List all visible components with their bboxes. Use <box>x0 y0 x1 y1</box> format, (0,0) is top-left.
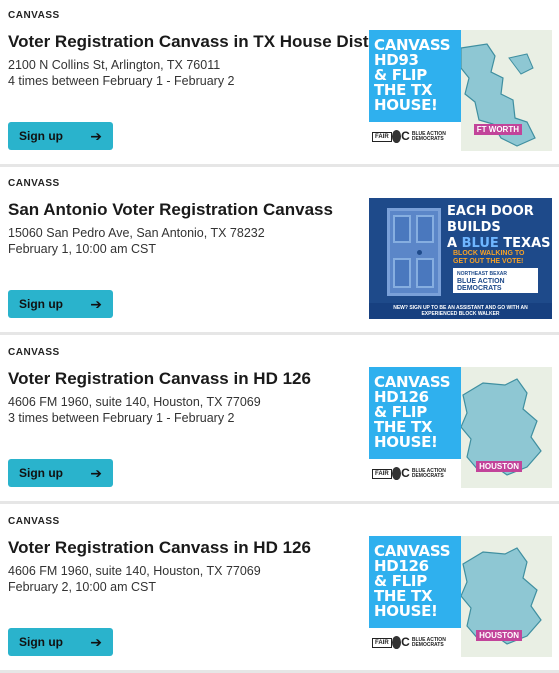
promo-logos: FAIR C BLUE ACTION DEMOCRATS <box>369 628 461 657</box>
event-card: CANVASS Voter Registration Canvass in HD… <box>0 506 559 673</box>
event-title[interactable]: San Antonio Voter Registration Canvass <box>8 200 358 220</box>
city-label: HOUSTON <box>476 461 522 472</box>
event-type-tag: CANVASS <box>8 178 60 189</box>
seal-logo <box>391 467 402 480</box>
event-type-tag: CANVASS <box>8 516 60 527</box>
bad-logo: C BLUE ACTION DEMOCRATS <box>401 635 446 649</box>
event-type-tag: CANVASS <box>8 10 60 21</box>
bad-logo: C BLUE ACTION DEMOCRATS <box>401 129 446 143</box>
signup-button[interactable]: Sign up ➔ <box>8 459 113 487</box>
promo-logos: FAIR C BLUE ACTION DEMOCRATS <box>369 459 461 488</box>
event-address: 4606 FM 1960, suite 140, Houston, TX 770… <box>8 395 261 409</box>
signup-label: Sign up <box>19 129 63 143</box>
signup-label: Sign up <box>19 466 63 480</box>
event-address: 4606 FM 1960, suite 140, Houston, TX 770… <box>8 564 261 578</box>
seal-logo <box>391 636 402 649</box>
bad-logo: C BLUE ACTION DEMOCRATS <box>401 466 446 480</box>
bad-logo: NORTHEAST BEXAR BLUE ACTION DEMOCRATS <box>453 268 538 293</box>
signup-button[interactable]: Sign up ➔ <box>8 122 113 150</box>
event-address: 15060 San Pedro Ave, San Antonio, TX 782… <box>8 226 265 240</box>
fair-logo: FAIR <box>372 637 392 648</box>
event-promo-image[interactable]: CANVASS HD126 & FLIP THE TX HOUSE! FAIR … <box>369 536 552 657</box>
event-promo-image[interactable]: CANVASS HD126 & FLIP THE TX HOUSE! FAIR … <box>369 367 552 488</box>
signup-label: Sign up <box>19 635 63 649</box>
signup-button[interactable]: Sign up ➔ <box>8 628 113 656</box>
promo-headline: CANVASS HD93 & FLIP THE TX HOUSE! <box>374 36 451 114</box>
city-label: HOUSTON <box>476 630 522 641</box>
promo-footer: NEW? SIGN UP TO BE AN ASSISTANT AND GO W… <box>369 303 552 319</box>
event-title[interactable]: Voter Registration Canvass in TX House D… <box>8 32 392 52</box>
event-card: CANVASS Voter Registration Canvass in TX… <box>0 0 559 167</box>
door-knob <box>417 250 422 255</box>
event-type-tag: CANVASS <box>8 347 60 358</box>
event-address: 2100 N Collins St, Arlington, TX 76011 <box>8 58 221 72</box>
event-promo-image[interactable]: EACH DOOR BUILDS A BLUE TEXAS BLOCK WALK… <box>369 198 552 319</box>
fair-logo: FAIR <box>372 131 392 142</box>
promo-headline: CANVASS HD126 & FLIP THE TX HOUSE! <box>374 542 451 620</box>
promo-subheadline: BLOCK WALKING TO GET OUT THE VOTE! <box>453 250 525 265</box>
arrow-right-icon: ➔ <box>90 634 102 650</box>
arrow-right-icon: ➔ <box>90 296 102 312</box>
promo-headline: EACH DOOR BUILDS A BLUE TEXAS <box>447 204 551 251</box>
signup-button[interactable]: Sign up ➔ <box>8 290 113 318</box>
event-promo-image[interactable]: CANVASS HD93 & FLIP THE TX HOUSE! FAIR C… <box>369 30 552 151</box>
event-time: February 1, 10:00 am CST <box>8 242 156 256</box>
seal-logo <box>391 130 402 143</box>
event-card: CANVASS San Antonio Voter Registration C… <box>0 168 559 335</box>
signup-label: Sign up <box>19 297 63 311</box>
fair-logo: FAIR <box>372 468 392 479</box>
arrow-right-icon: ➔ <box>90 465 102 481</box>
event-title[interactable]: Voter Registration Canvass in HD 126 <box>8 369 358 389</box>
promo-headline: CANVASS HD126 & FLIP THE TX HOUSE! <box>374 373 451 451</box>
event-time: 3 times between February 1 - February 2 <box>8 411 235 425</box>
event-time: February 2, 10:00 am CST <box>8 580 156 594</box>
event-card: CANVASS Voter Registration Canvass in HD… <box>0 337 559 504</box>
arrow-right-icon: ➔ <box>90 128 102 144</box>
city-label: FT WORTH <box>473 124 522 135</box>
promo-logos: FAIR C BLUE ACTION DEMOCRATS <box>369 122 461 151</box>
event-time: 4 times between February 1 - February 2 <box>8 74 235 88</box>
event-title[interactable]: Voter Registration Canvass in HD 126 <box>8 538 358 558</box>
